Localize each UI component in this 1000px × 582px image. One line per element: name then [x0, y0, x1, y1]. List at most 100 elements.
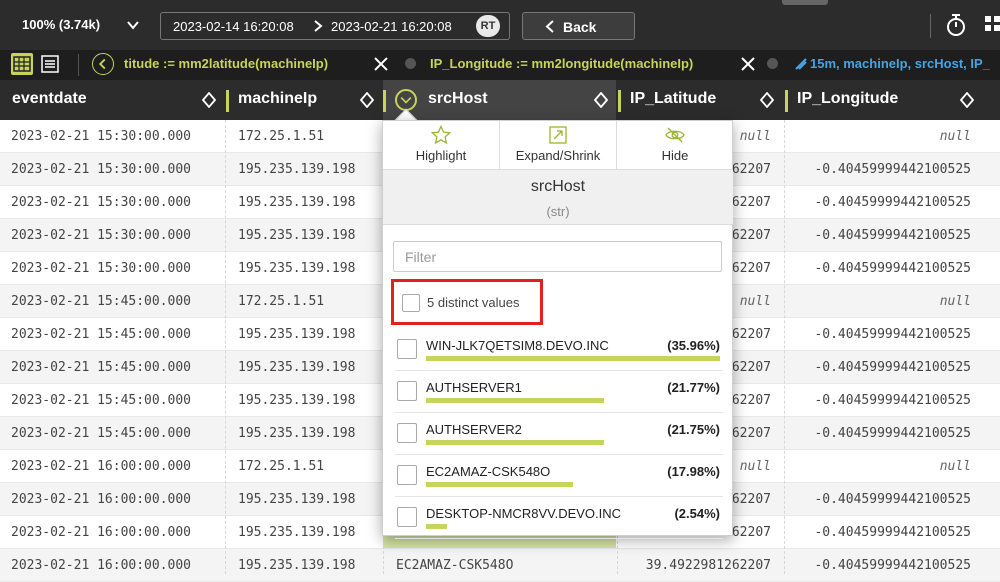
- value-row[interactable]: AUTHSERVER2 (21.75%): [395, 413, 723, 455]
- hide-button[interactable]: Hide: [616, 121, 733, 169]
- cell-eventdate: 2023-02-21 15:30:00.000: [11, 261, 192, 276]
- value-name: DESKTOP-NMCR8VV.DEVO.INC: [426, 506, 622, 521]
- cell-eventdate: 2023-02-21 15:30:00.000: [11, 195, 192, 210]
- table-row[interactable]: 2023-02-21 16:00:00.000 195.235.139.198 EC…: [0, 549, 1000, 582]
- cell-ip-longitude: -0.40459999442100525: [814, 261, 971, 276]
- value-row[interactable]: DESKTOP-NMCR8VV.DEVO.INC (2.54%): [395, 497, 723, 539]
- column-label: machineIp: [238, 90, 318, 107]
- select-all-checkbox[interactable]: [402, 294, 420, 312]
- cell-ip-longitude: null: [939, 459, 971, 474]
- star-icon: [431, 125, 451, 145]
- sort-icon[interactable]: [594, 92, 608, 108]
- list-view-icon[interactable]: [39, 53, 61, 75]
- operation-chip-latitude[interactable]: titude := mm2latitude(machineIp): [124, 56, 328, 71]
- cell-ip-longitude: -0.40459999442100525: [814, 492, 971, 507]
- cell-srchost: EC2AMAZ-CSK548O: [396, 558, 514, 573]
- cell-machineip: 195.235.139.198: [238, 492, 356, 507]
- cell-ip-longitude: -0.40459999442100525: [814, 558, 971, 573]
- value-frequency-bar: [426, 482, 573, 487]
- range-to[interactable]: 2023-02-21 16:20:08: [331, 19, 452, 34]
- cell-ip-latitude: 39.4922981262207: [645, 558, 771, 573]
- apps-icon[interactable]: [985, 16, 1000, 34]
- distinct-values-highlight: 5 distinct values: [391, 279, 543, 325]
- column-header-srchost[interactable]: srcHost: [383, 80, 616, 120]
- column-divider: [784, 120, 785, 574]
- value-row[interactable]: EC2AMAZ-CSK548O (17.98%): [395, 455, 723, 497]
- popup-title: srcHost: [530, 178, 586, 195]
- cell-ip-longitude: -0.40459999442100525: [814, 393, 971, 408]
- chip-separator: [405, 58, 416, 69]
- column-header-machineip[interactable]: machineIp: [226, 80, 383, 120]
- value-checkbox[interactable]: [397, 507, 417, 527]
- value-percent: (21.75%): [667, 422, 720, 437]
- value-row[interactable]: WIN-JLK7QETSIM8.DEVO.INC (35.96%): [395, 329, 723, 371]
- value-row[interactable]: AUTHSERVER1 (21.77%): [395, 371, 723, 413]
- sort-icon[interactable]: [360, 92, 374, 108]
- top-tab-handle[interactable]: [782, 0, 828, 5]
- eye-off-icon: [665, 127, 685, 143]
- chip-separator: [767, 58, 778, 69]
- zoom-label[interactable]: 100% (3.74k): [22, 17, 100, 32]
- cell-machineip: 195.235.139.198: [238, 525, 356, 540]
- cell-machineip: 195.235.139.198: [238, 195, 356, 210]
- cell-machineip: 172.25.1.51: [238, 129, 325, 144]
- chevron-down-icon[interactable]: [126, 18, 140, 32]
- column-header-ip-longitude[interactable]: IP_Longitude: [785, 80, 1000, 120]
- cell-machineip: 195.235.139.198: [238, 558, 356, 573]
- action-label: Highlight: [415, 148, 467, 163]
- cell-eventdate: 2023-02-21 16:00:00.000: [11, 459, 192, 474]
- value-checkbox[interactable]: [397, 423, 417, 443]
- column-header-eventdate[interactable]: eventdate: [0, 80, 224, 120]
- value-frequency-bar: [426, 356, 720, 361]
- cell-ip-longitude: -0.40459999442100525: [814, 228, 971, 243]
- value-checkbox[interactable]: [397, 381, 417, 401]
- value-percent: (35.96%): [667, 338, 720, 353]
- date-range-selector[interactable]: 2023-02-14 16:20:08 2023-02-21 16:20:08 …: [160, 12, 510, 40]
- cell-eventdate: 2023-02-21 15:45:00.000: [11, 327, 192, 342]
- cell-ip-longitude: null: [939, 129, 971, 144]
- column-menu-popup: Highlight Expand/Shrink Hide srcHost (st…: [382, 120, 733, 539]
- column-label: IP_Latitude: [630, 90, 717, 107]
- divider: [78, 54, 79, 76]
- realtime-badge[interactable]: RT: [476, 15, 500, 37]
- top-bar: 100% (3.74k) 2023-02-14 16:20:08 2023-02…: [0, 0, 1000, 50]
- filter-input[interactable]: [393, 241, 722, 272]
- table-view-icon[interactable]: [11, 53, 33, 75]
- highlight-button[interactable]: Highlight: [383, 121, 499, 169]
- cell-machineip: 172.25.1.51: [238, 459, 325, 474]
- group-icon: [795, 58, 807, 70]
- cell-eventdate: 2023-02-21 15:45:00.000: [11, 294, 192, 309]
- cell-eventdate: 2023-02-21 15:45:00.000: [11, 360, 192, 375]
- operation-chip-group[interactable]: 15m, machineIp, srcHost, IP_: [810, 56, 990, 71]
- column-accent: [226, 90, 229, 112]
- cell-eventdate: 2023-02-21 15:30:00.000: [11, 129, 192, 144]
- column-label: IP_Longitude: [797, 90, 899, 107]
- column-header-ip-latitude[interactable]: IP_Latitude: [618, 80, 783, 120]
- range-from[interactable]: 2023-02-14 16:20:08: [173, 19, 294, 34]
- value-name: AUTHSERVER2: [426, 422, 522, 437]
- cell-machineip: 195.235.139.198: [238, 228, 356, 243]
- expand-shrink-button[interactable]: Expand/Shrink: [499, 121, 616, 169]
- sort-icon[interactable]: [202, 92, 216, 108]
- close-icon[interactable]: [741, 57, 755, 71]
- sort-icon[interactable]: [960, 92, 974, 108]
- sort-icon[interactable]: [760, 92, 774, 108]
- timer-icon[interactable]: [945, 12, 967, 38]
- value-name: EC2AMAZ-CSK548O: [426, 464, 551, 479]
- column-accent: [618, 90, 621, 112]
- back-button[interactable]: Back: [522, 12, 635, 40]
- divider: [930, 14, 931, 38]
- value-percent: (2.54%): [674, 506, 720, 521]
- value-checkbox[interactable]: [397, 339, 417, 359]
- cell-ip-longitude: null: [939, 294, 971, 309]
- close-icon[interactable]: [374, 57, 388, 71]
- cell-machineip: 195.235.139.198: [238, 162, 356, 177]
- cell-eventdate: 2023-02-21 15:30:00.000: [11, 162, 192, 177]
- scroll-left-icon[interactable]: [92, 53, 114, 75]
- value-percent: (21.77%): [667, 380, 720, 395]
- cell-ip-longitude: -0.40459999442100525: [814, 327, 971, 342]
- column-label: eventdate: [12, 90, 87, 107]
- value-checkbox[interactable]: [397, 465, 417, 485]
- cell-eventdate: 2023-02-21 16:00:00.000: [11, 492, 192, 507]
- operation-chip-longitude[interactable]: IP_Longitude := mm2longitude(machineIp): [430, 56, 693, 71]
